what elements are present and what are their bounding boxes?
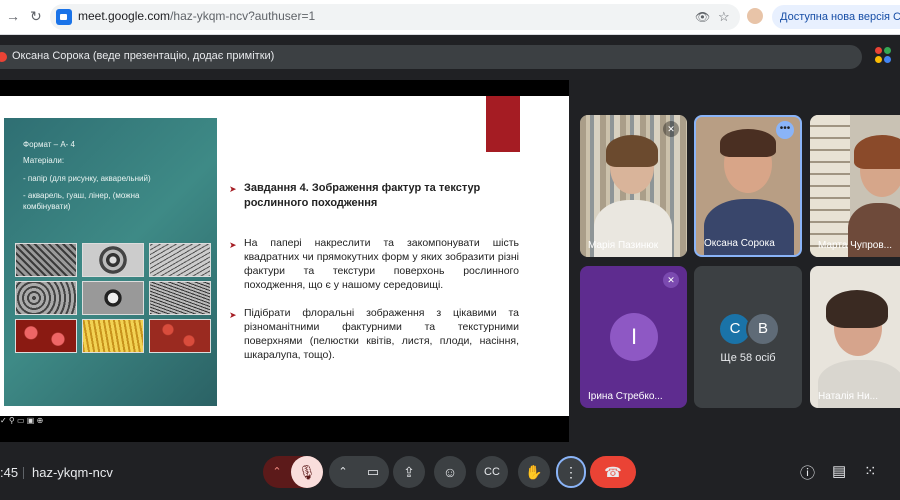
participant-name: Марія Пазинюк [588, 240, 659, 251]
participant-tile-active[interactable]: ••• Оксана Сорока [694, 115, 802, 257]
participant-name: Наталія Ни... [818, 391, 878, 402]
texture-image [149, 281, 211, 315]
meeting-code: haz-ykqm-ncv [32, 465, 113, 480]
presenting-icon [0, 52, 7, 62]
divider [23, 467, 24, 479]
meet-icon [56, 9, 72, 25]
slide-accent-bar [486, 96, 520, 152]
texture-image [15, 319, 77, 353]
browser-toolbar: → ↻ meet.google.com/haz-ykqm-ncv?authuse… [0, 0, 900, 35]
camera-options-chevron-icon[interactable]: ⌃ [335, 456, 351, 488]
panel-line: - папір (для рисунку, акварельний) [23, 174, 151, 183]
presentation-banner: Оксана Сорока (веде презентацію, додає п… [0, 45, 862, 69]
texture-image [149, 319, 211, 353]
task-title: Завдання 4. Зображення фактур та текстур… [244, 182, 481, 209]
more-participants-tile[interactable]: С В Ще 58 осіб [694, 266, 802, 408]
participant-tile[interactable]: Наталія Ни... [810, 266, 900, 408]
texture-samples [15, 243, 215, 353]
leave-call-icon[interactable]: ☎ [590, 456, 636, 488]
camera-icon[interactable]: ▭ [357, 456, 389, 488]
profile-avatar[interactable] [747, 8, 763, 24]
activities-icon[interactable]: ⁙ [864, 462, 877, 480]
chat-icon[interactable]: ▤ [832, 462, 846, 480]
presentation-view: Формат – А- 4 Матеріали: - папір (для ри… [0, 80, 569, 442]
slide: Формат – А- 4 Матеріали: - папір (для ри… [0, 96, 569, 416]
participant-name: Марта Чупров... [818, 240, 893, 251]
more-options-icon[interactable]: ⋮ [556, 456, 586, 488]
participant-avatar: В [746, 312, 780, 346]
mic-off-icon: ✕ [663, 121, 679, 137]
present-screen-icon[interactable]: ⇪ [393, 456, 425, 488]
participant-tile[interactable]: І ✕ Ірина Стребко... [580, 266, 687, 408]
slide-paragraph: Підібрати флоральні зображення з цікавим… [244, 307, 519, 361]
panel-line: - акварель, гуаш, лінер, (можна [23, 191, 140, 200]
slide-paragraph: На папері накреслити та закомпонувати ші… [244, 237, 519, 291]
more-options-icon[interactable]: ••• [776, 121, 794, 139]
chrome-update-button[interactable]: Доступна нова версія Chrome [772, 5, 900, 29]
panel-line: Формат – А- 4 [23, 140, 75, 149]
person-hair [606, 135, 658, 167]
texture-image [82, 281, 144, 315]
more-participants-label: Ще 58 осіб [720, 352, 776, 364]
texture-image [82, 243, 144, 277]
texture-image [15, 281, 77, 315]
mic-off-icon: ✕ [663, 272, 679, 288]
captions-icon[interactable]: CC [476, 456, 508, 488]
slide-controls[interactable]: ✓ ⚲ ▭ ▣ ⊕ [0, 416, 43, 425]
url-text: meet.google.com/haz-ykqm-ncv?authuser=1 [78, 9, 316, 23]
bullet-icon: ➤ [229, 240, 237, 250]
forward-icon[interactable]: → [6, 8, 20, 24]
panel-line: Матеріали: [23, 156, 65, 165]
panel-line: комбінувати) [23, 202, 71, 211]
participant-tile[interactable]: ✕ Марія Пазинюк [580, 115, 687, 257]
eye-off-icon[interactable]: 👁 [695, 10, 710, 24]
mic-control-group: ⌃ 🎙 [263, 456, 323, 488]
bookmark-star-icon[interactable]: ☆ [718, 9, 730, 25]
bullet-icon: ➤ [229, 310, 237, 320]
materials-panel: Формат – А- 4 Матеріали: - папір (для ри… [4, 118, 217, 406]
mic-off-icon[interactable]: 🎙 [291, 456, 323, 488]
presenter-label: Оксана Сорока (веде презентацію, додає п… [12, 50, 275, 62]
meeting-controls-bar: :45 haz-ykqm-ncv ⌃ 🎙 ⌃ ▭ ⇪ ☺ CC ✋ ⋮ ☎ ⓘ … [0, 452, 900, 492]
reload-icon[interactable]: ↻ [30, 8, 42, 25]
person-hair [720, 129, 776, 157]
participant-avatar: І [610, 313, 658, 361]
meeting-time: :45 [0, 465, 19, 480]
participant-name: Ірина Стребко... [588, 391, 663, 402]
raise-hand-icon[interactable]: ✋ [518, 456, 550, 488]
texture-image [82, 319, 144, 353]
participant-tile[interactable]: Марта Чупров... [810, 115, 900, 257]
mic-options-chevron-icon[interactable]: ⌃ [269, 456, 285, 488]
emoji-reaction-icon[interactable]: ☺ [434, 456, 466, 488]
address-bar[interactable]: meet.google.com/haz-ykqm-ncv?authuser=1 … [50, 4, 740, 30]
info-icon[interactable]: ⓘ [800, 462, 815, 483]
participants-icon[interactable] [873, 45, 895, 67]
participant-name: Оксана Сорока [704, 238, 775, 249]
texture-image [149, 243, 211, 277]
person-hair [854, 135, 900, 169]
bullet-icon: ➤ [229, 184, 237, 194]
texture-image [15, 243, 77, 277]
person-hair [826, 290, 888, 328]
camera-control-group: ⌃ ▭ [329, 456, 389, 488]
